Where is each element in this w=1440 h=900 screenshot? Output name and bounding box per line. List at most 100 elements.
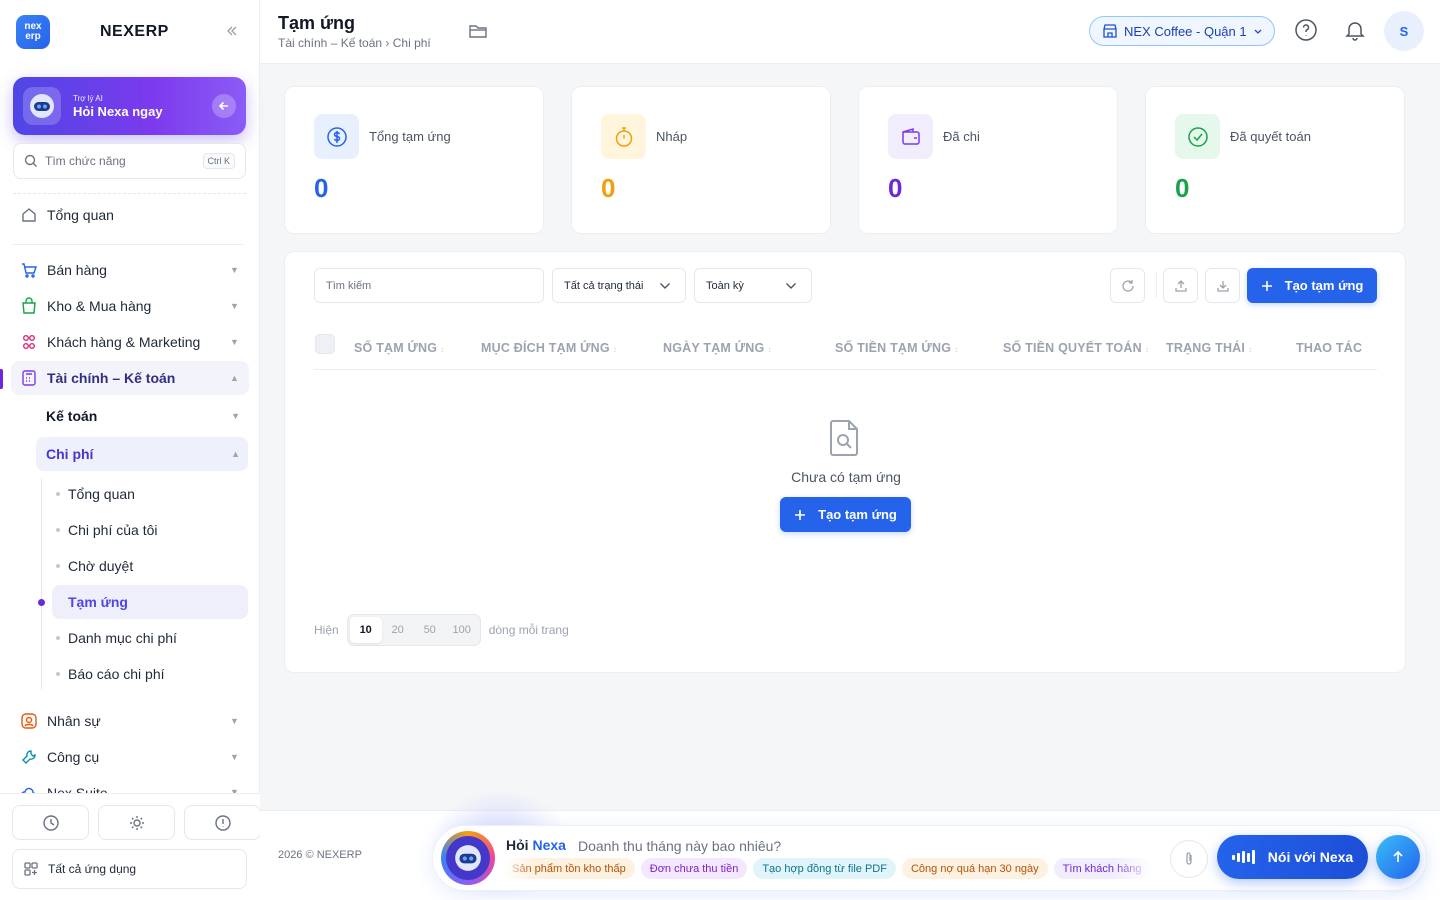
sidebar-subitem-expense[interactable]: Chi phí ▲	[36, 437, 248, 471]
chevron-down-icon	[660, 283, 670, 289]
suggestion-chip[interactable]: Công nợ quá hạn 30 ngày	[901, 858, 1048, 879]
chevron-down-icon: ▼	[230, 716, 239, 726]
create-advance-label: Tạo tạm ứng	[1284, 278, 1364, 293]
attach-button[interactable]	[1170, 840, 1208, 878]
sidebar-item-customers[interactable]: Khách hàng & Marketing ▼	[0, 325, 260, 359]
arrow-left-icon[interactable]	[212, 94, 236, 118]
ask-nexa-card[interactable]: Trợ lý AI Hỏi Nexa ngay	[13, 77, 246, 135]
theme-button[interactable]	[98, 805, 175, 840]
all-apps-button[interactable]: Tất cả ứng dụng	[12, 849, 247, 889]
chevron-down-icon: ▼	[230, 752, 239, 762]
search-input[interactable]: Tìm kiếm	[314, 268, 544, 303]
sidebar-leaf-label: Chờ duyệt	[68, 558, 134, 574]
column-settled-amount[interactable]: SỐ TIỀN QUYẾT TOÁN ↕	[1003, 341, 1149, 355]
bullet	[56, 564, 60, 568]
sidebar-subitem-accounting[interactable]: Kế toán ▼	[36, 399, 248, 433]
sidebar-item-finance[interactable]: Tài chính – Kế toán ▲	[11, 361, 249, 395]
column-date[interactable]: NGÀY TẠM ỨNG ↕	[663, 341, 772, 355]
sidebar-item-label: Kho & Mua hàng	[47, 298, 152, 314]
check-circle-icon	[1175, 114, 1220, 159]
stat-label: Đã chi	[943, 129, 980, 144]
alert-icon	[214, 814, 231, 831]
sidebar-leaf-my-expenses[interactable]: Chi phí của tôi	[52, 513, 248, 547]
import-button[interactable]	[1205, 268, 1240, 303]
stat-label: Tổng tạm ứng	[369, 129, 451, 144]
advance-list-panel: Tìm kiếm Tất cả trạng thái Toàn kỳ Tạo t…	[284, 251, 1406, 673]
sidebar-subitem-label: Chi phí	[46, 446, 94, 462]
store-name: NEX Coffee - Quận 1	[1124, 23, 1247, 39]
arrow-up-icon	[1393, 850, 1403, 862]
create-advance-button[interactable]: Tạo tạm ứng	[1247, 268, 1377, 303]
nexa-avatar[interactable]	[441, 831, 495, 885]
sidebar-leaf-label: Danh mục chi phí	[68, 630, 177, 646]
sidebar-leaf-advance[interactable]: Tạm ứng	[52, 585, 248, 619]
pager-after-label: dòng mỗi trang	[488, 623, 569, 637]
upload-icon	[1174, 279, 1187, 292]
sidebar-item-tools[interactable]: Công cụ ▼	[0, 740, 260, 774]
divider	[13, 244, 244, 245]
empty-create-advance-button[interactable]: Tạo tạm ứng	[780, 497, 911, 532]
suggestion-chip[interactable]: Tìm khách hàng	[1053, 858, 1151, 879]
column-advance-number[interactable]: SỐ TẠM ỨNG ↕	[354, 341, 444, 355]
page-size-option[interactable]: 100	[446, 617, 478, 643]
function-search[interactable]: Tìm chức năng Ctrl K	[13, 143, 246, 179]
period-filter-value: Toàn kỳ	[706, 279, 744, 292]
send-button[interactable]	[1376, 835, 1420, 879]
stat-value: 0	[314, 173, 329, 203]
logo-text-bottom: erp	[25, 31, 41, 42]
suggestion-chip[interactable]: Sản phẩm tồn kho thấp	[503, 858, 635, 879]
wallet-icon	[888, 114, 933, 159]
suggestion-chip[interactable]: Đơn chưa thu tiền	[640, 858, 748, 879]
sort-icon: ↕	[767, 345, 772, 354]
history-button[interactable]	[12, 805, 89, 840]
select-all-checkbox[interactable]	[315, 334, 335, 354]
sidebar-item-nex-suite[interactable]: Nex Suite ▼	[0, 776, 260, 793]
chevron-down-icon: ▼	[230, 337, 239, 347]
sidebar-item-inventory[interactable]: Kho & Mua hàng ▼	[0, 289, 260, 323]
sidebar-item-label: Bán hàng	[47, 262, 107, 278]
brand-name: NEXERP	[100, 23, 169, 40]
page-size-option[interactable]: 20	[382, 617, 414, 643]
store-selector[interactable]: NEX Coffee - Quận 1	[1089, 16, 1275, 46]
refresh-button[interactable]	[1110, 268, 1145, 303]
sidebar-leaf-overview[interactable]: Tổng quan	[52, 477, 248, 511]
stat-card-settled: Đã quyết toán 0	[1145, 86, 1405, 234]
sidebar-leaf-expense-categories[interactable]: Danh mục chi phí	[52, 621, 248, 655]
column-status[interactable]: TRẠNG THÁI ↕	[1166, 341, 1252, 355]
sidebar-leaf-pending[interactable]: Chờ duyệt	[52, 549, 248, 583]
status-filter-value: Tất cả trạng thái	[564, 279, 644, 292]
table-header: SỐ TẠM ỨNG ↕ MỤC ĐÍCH TẠM ỨNG ↕ NGÀY TẠM Ứ…	[314, 326, 1377, 370]
export-button[interactable]	[1163, 268, 1198, 303]
talk-to-nexa-button[interactable]: Nói với Nexa	[1217, 835, 1368, 879]
folder-icon[interactable]	[468, 22, 488, 40]
column-label: MỤC ĐÍCH TẠM ỨNG	[481, 341, 610, 355]
people-icon	[20, 333, 38, 351]
avatar[interactable]: S	[1384, 11, 1424, 51]
ask-question-input[interactable]: Doanh thu tháng này bao nhiêu?	[578, 838, 781, 854]
bell-icon[interactable]	[1343, 18, 1367, 42]
status-filter-select[interactable]: Tất cả trạng thái	[552, 268, 686, 303]
period-filter-select[interactable]: Toàn kỳ	[694, 268, 812, 303]
cloud-icon	[20, 785, 38, 793]
suggestion-chip[interactable]: Tạo hợp đồng từ file PDF	[753, 858, 896, 879]
calculator-icon	[20, 369, 38, 387]
collapse-sidebar-icon[interactable]	[224, 23, 240, 39]
page-size-option[interactable]: 10	[349, 617, 382, 643]
page-size-option[interactable]: 50	[414, 617, 446, 643]
column-purpose[interactable]: MỤC ĐÍCH TẠM ỨNG ↕	[481, 341, 617, 355]
chevron-down-icon: ▼	[230, 301, 239, 311]
divider	[13, 193, 246, 194]
sidebar-leaf-expense-report[interactable]: Báo cáo chi phí	[52, 657, 248, 691]
bullet	[56, 528, 60, 532]
bullet	[56, 492, 60, 496]
sidebar-item-overview[interactable]: Tổng quan	[0, 198, 260, 232]
column-amount[interactable]: SỐ TIỀN TẠM ỨNG ↕	[835, 341, 958, 355]
robot-icon	[23, 87, 61, 125]
sidebar-item-sales[interactable]: Bán hàng ▼	[0, 253, 260, 287]
nexerp-logo[interactable]: nex erp	[16, 15, 50, 49]
shortcut-badge: Ctrl K	[202, 153, 235, 169]
help-icon[interactable]	[1294, 18, 1318, 42]
sidebar-item-hr[interactable]: Nhân sự ▼	[0, 704, 260, 738]
column-label: SỐ TẠM ỨNG	[354, 341, 438, 355]
alert-button[interactable]	[184, 805, 261, 840]
